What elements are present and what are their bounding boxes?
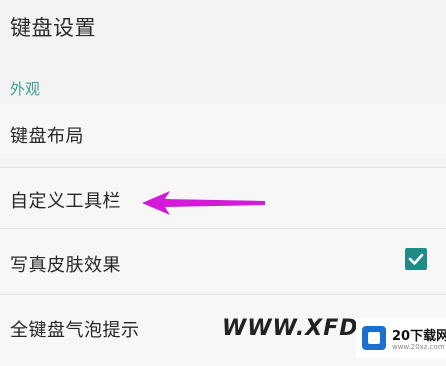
setting-label: 键盘布局 (10, 126, 84, 147)
keyboard-settings-screen: 键盘设置 外观 键盘布局 自定义工具栏 写真皮肤效果 全键盘气泡提示 WWW.X… (0, 0, 446, 366)
check-icon (408, 253, 424, 265)
watermark-text: WWW.XFDOW (222, 316, 362, 341)
page-title: 键盘设置 (10, 16, 96, 40)
logo-main-text: 20下载网 (392, 329, 446, 344)
annotation-arrow-icon (142, 191, 265, 215)
setting-item-skin-effect[interactable]: 写真皮肤效果 (0, 229, 446, 291)
watermark-logo: 20下载网 www.20xz.com (356, 318, 446, 358)
setting-item-keyboard-layout[interactable]: 键盘布局 (0, 104, 446, 158)
setting-label: 写真皮肤效果 (10, 255, 121, 276)
setting-label: 全键盘气泡提示 (10, 320, 140, 341)
logo-sub-text: www.20xz.com (392, 343, 445, 351)
skin-effect-checkbox[interactable] (405, 248, 427, 270)
section-header-appearance: 外观 (10, 80, 41, 98)
site-logo-icon (362, 326, 386, 350)
setting-label: 自定义工具栏 (10, 191, 121, 212)
